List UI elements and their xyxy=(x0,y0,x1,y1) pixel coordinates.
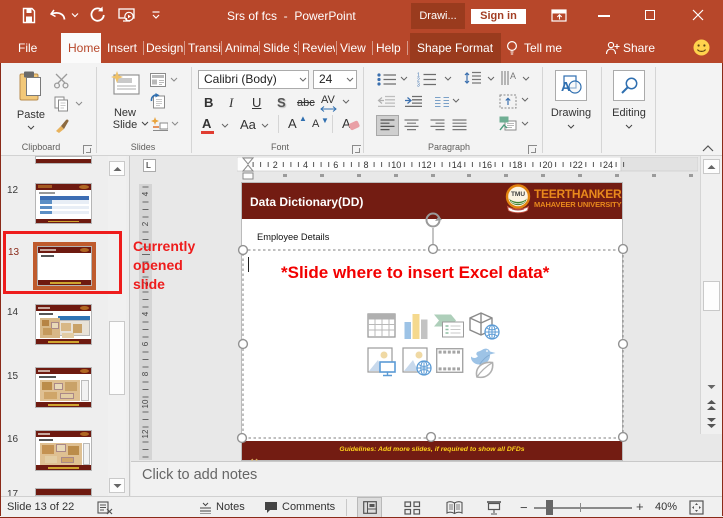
svg-text:A: A xyxy=(561,79,571,94)
svg-text:24: 24 xyxy=(603,160,613,170)
svg-text:8: 8 xyxy=(141,371,150,376)
svg-text:2: 2 xyxy=(273,160,278,170)
svg-text:4: 4 xyxy=(141,191,150,196)
svg-text:18: 18 xyxy=(512,160,522,170)
svg-text:12: 12 xyxy=(141,429,150,438)
svg-text:6: 6 xyxy=(333,160,338,170)
svg-text:TMU: TMU xyxy=(511,191,525,198)
svg-text:3: 3 xyxy=(417,83,420,88)
svg-text:A: A xyxy=(510,71,516,81)
svg-text:10: 10 xyxy=(141,399,150,408)
svg-text:4: 4 xyxy=(303,160,308,170)
svg-text:8: 8 xyxy=(363,160,368,170)
svg-text:14: 14 xyxy=(452,160,462,170)
svg-text:22: 22 xyxy=(573,160,583,170)
svg-text:2: 2 xyxy=(141,221,150,226)
svg-text:10: 10 xyxy=(391,160,401,170)
svg-text:4: 4 xyxy=(141,311,150,316)
svg-text:6: 6 xyxy=(141,341,150,346)
svg-text:20: 20 xyxy=(542,160,552,170)
svg-text:16: 16 xyxy=(482,160,492,170)
svg-text:12: 12 xyxy=(421,160,431,170)
